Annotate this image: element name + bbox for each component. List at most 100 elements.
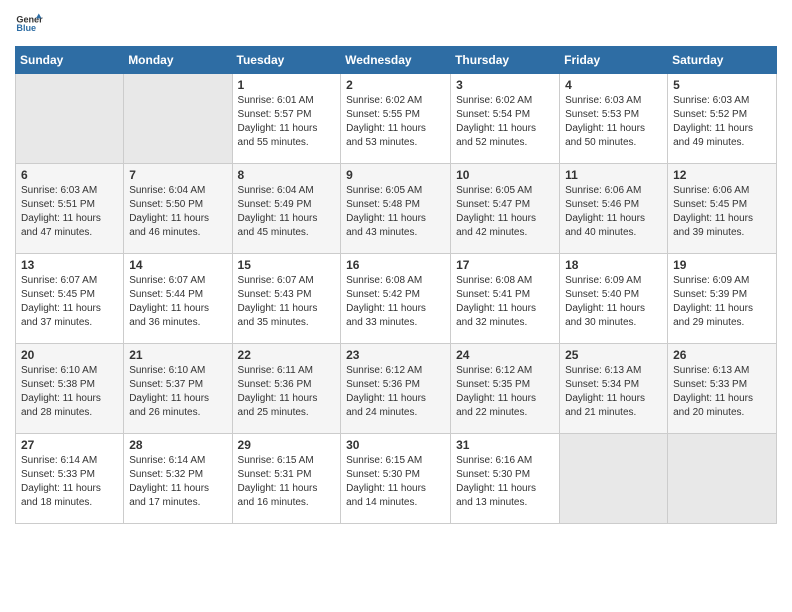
calendar-table: SundayMondayTuesdayWednesdayThursdayFrid… <box>15 46 777 524</box>
day-number: 6 <box>21 168 118 182</box>
day-number: 3 <box>456 78 554 92</box>
day-of-week-header: Friday <box>560 47 668 74</box>
day-info: Sunrise: 6:03 AMSunset: 5:53 PMDaylight:… <box>565 94 662 150</box>
calendar-cell: 27 Sunrise: 6:14 AMSunset: 5:33 PMDayligh… <box>16 434 124 524</box>
calendar-cell: 15 Sunrise: 6:07 AMSunset: 5:43 PMDayligh… <box>232 254 341 344</box>
day-info: Sunrise: 6:02 AMSunset: 5:54 PMDaylight:… <box>456 94 554 150</box>
day-of-week-header: Monday <box>124 47 232 74</box>
day-info: Sunrise: 6:04 AMSunset: 5:50 PMDaylight:… <box>129 184 226 240</box>
day-info: Sunrise: 6:15 AMSunset: 5:30 PMDaylight:… <box>346 454 445 510</box>
day-of-week-header: Wednesday <box>341 47 451 74</box>
day-info: Sunrise: 6:16 AMSunset: 5:30 PMDaylight:… <box>456 454 554 510</box>
day-number: 20 <box>21 348 118 362</box>
day-info: Sunrise: 6:11 AMSunset: 5:36 PMDaylight:… <box>238 364 336 420</box>
calendar-cell: 13 Sunrise: 6:07 AMSunset: 5:45 PMDayligh… <box>16 254 124 344</box>
calendar-header: SundayMondayTuesdayWednesdayThursdayFrid… <box>16 47 777 74</box>
day-info: Sunrise: 6:08 AMSunset: 5:41 PMDaylight:… <box>456 274 554 330</box>
day-number: 31 <box>456 438 554 452</box>
calendar-cell: 23Sunrise: 6:12 AMSunset: 5:36 PMDayligh… <box>341 344 451 434</box>
day-info: Sunrise: 6:07 AMSunset: 5:45 PMDaylight:… <box>21 274 118 330</box>
calendar-week-row: 13 Sunrise: 6:07 AMSunset: 5:45 PMDayligh… <box>16 254 777 344</box>
day-number: 12 <box>673 168 771 182</box>
day-info: Sunrise: 6:03 AMSunset: 5:52 PMDaylight:… <box>673 94 771 150</box>
calendar-cell: 22 Sunrise: 6:11 AMSunset: 5:36 PMDayligh… <box>232 344 341 434</box>
logo: General Blue <box>15 10 47 38</box>
day-info: Sunrise: 6:13 AMSunset: 5:34 PMDaylight:… <box>565 364 662 420</box>
day-info: Sunrise: 6:09 AMSunset: 5:39 PMDaylight:… <box>673 274 771 330</box>
day-info: Sunrise: 6:15 AMSunset: 5:31 PMDaylight:… <box>238 454 336 510</box>
day-number: 5 <box>673 78 771 92</box>
calendar-cell <box>124 74 232 164</box>
day-number: 2 <box>346 78 445 92</box>
day-info: Sunrise: 6:12 AMSunset: 5:35 PMDaylight:… <box>456 364 554 420</box>
calendar-cell: 21Sunrise: 6:10 AMSunset: 5:37 PMDayligh… <box>124 344 232 434</box>
day-info: Sunrise: 6:14 AMSunset: 5:32 PMDaylight:… <box>129 454 226 510</box>
day-number: 7 <box>129 168 226 182</box>
day-info: Sunrise: 6:04 AMSunset: 5:49 PMDaylight:… <box>238 184 336 240</box>
day-number: 14 <box>129 258 226 272</box>
day-number: 23 <box>346 348 445 362</box>
calendar-cell: 17 Sunrise: 6:08 AMSunset: 5:41 PMDayligh… <box>451 254 560 344</box>
page-header: General Blue <box>15 10 777 38</box>
day-info: Sunrise: 6:13 AMSunset: 5:33 PMDaylight:… <box>673 364 771 420</box>
calendar-cell: 12 Sunrise: 6:06 AMSunset: 5:45 PMDayligh… <box>668 164 777 254</box>
day-number: 28 <box>129 438 226 452</box>
calendar-cell: 7 Sunrise: 6:04 AMSunset: 5:50 PMDaylight… <box>124 164 232 254</box>
calendar-cell: 24 Sunrise: 6:12 AMSunset: 5:35 PMDayligh… <box>451 344 560 434</box>
day-number: 11 <box>565 168 662 182</box>
calendar-cell <box>560 434 668 524</box>
day-info: Sunrise: 6:10 AMSunset: 5:37 PMDaylight:… <box>129 364 226 420</box>
day-number: 17 <box>456 258 554 272</box>
day-of-week-header: Thursday <box>451 47 560 74</box>
day-info: Sunrise: 6:05 AMSunset: 5:47 PMDaylight:… <box>456 184 554 240</box>
calendar-cell: 6Sunrise: 6:03 AMSunset: 5:51 PMDaylight… <box>16 164 124 254</box>
day-info: Sunrise: 6:01 AMSunset: 5:57 PMDaylight:… <box>238 94 336 150</box>
calendar-cell: 2 Sunrise: 6:02 AMSunset: 5:55 PMDaylight… <box>341 74 451 164</box>
day-number: 4 <box>565 78 662 92</box>
day-number: 24 <box>456 348 554 362</box>
calendar-cell: 18Sunrise: 6:09 AMSunset: 5:40 PMDayligh… <box>560 254 668 344</box>
calendar-cell: 26Sunrise: 6:13 AMSunset: 5:33 PMDayligh… <box>668 344 777 434</box>
calendar-cell: 10 Sunrise: 6:05 AMSunset: 5:47 PMDayligh… <box>451 164 560 254</box>
calendar-cell: 14 Sunrise: 6:07 AMSunset: 5:44 PMDayligh… <box>124 254 232 344</box>
day-number: 25 <box>565 348 662 362</box>
day-info: Sunrise: 6:06 AMSunset: 5:46 PMDaylight:… <box>565 184 662 240</box>
day-number: 30 <box>346 438 445 452</box>
day-number: 10 <box>456 168 554 182</box>
day-number: 16 <box>346 258 445 272</box>
day-info: Sunrise: 6:14 AMSunset: 5:33 PMDaylight:… <box>21 454 118 510</box>
day-info: Sunrise: 6:05 AMSunset: 5:48 PMDaylight:… <box>346 184 445 240</box>
day-of-week-header: Sunday <box>16 47 124 74</box>
calendar-cell <box>16 74 124 164</box>
day-info: Sunrise: 6:07 AMSunset: 5:43 PMDaylight:… <box>238 274 336 330</box>
calendar-week-row: 1 Sunrise: 6:01 AMSunset: 5:57 PMDaylight… <box>16 74 777 164</box>
calendar-cell: 28 Sunrise: 6:14 AMSunset: 5:32 PMDayligh… <box>124 434 232 524</box>
day-info: Sunrise: 6:08 AMSunset: 5:42 PMDaylight:… <box>346 274 445 330</box>
calendar-cell: 30 Sunrise: 6:15 AMSunset: 5:30 PMDayligh… <box>341 434 451 524</box>
calendar-cell <box>668 434 777 524</box>
calendar-cell: 19Sunrise: 6:09 AMSunset: 5:39 PMDayligh… <box>668 254 777 344</box>
day-info: Sunrise: 6:02 AMSunset: 5:55 PMDaylight:… <box>346 94 445 150</box>
day-info: Sunrise: 6:10 AMSunset: 5:38 PMDaylight:… <box>21 364 118 420</box>
calendar-cell: 25 Sunrise: 6:13 AMSunset: 5:34 PMDayligh… <box>560 344 668 434</box>
calendar-cell: 1 Sunrise: 6:01 AMSunset: 5:57 PMDaylight… <box>232 74 341 164</box>
calendar-cell: 4 Sunrise: 6:03 AMSunset: 5:53 PMDaylight… <box>560 74 668 164</box>
day-number: 27 <box>21 438 118 452</box>
calendar-cell: 11 Sunrise: 6:06 AMSunset: 5:46 PMDayligh… <box>560 164 668 254</box>
day-info: Sunrise: 6:09 AMSunset: 5:40 PMDaylight:… <box>565 274 662 330</box>
logo-icon: General Blue <box>15 10 43 38</box>
calendar-cell: 16 Sunrise: 6:08 AMSunset: 5:42 PMDayligh… <box>341 254 451 344</box>
day-number: 22 <box>238 348 336 362</box>
day-number: 1 <box>238 78 336 92</box>
calendar-cell: 8Sunrise: 6:04 AMSunset: 5:49 PMDaylight… <box>232 164 341 254</box>
calendar-cell: 29 Sunrise: 6:15 AMSunset: 5:31 PMDayligh… <box>232 434 341 524</box>
calendar-week-row: 6Sunrise: 6:03 AMSunset: 5:51 PMDaylight… <box>16 164 777 254</box>
calendar-cell: 20 Sunrise: 6:10 AMSunset: 5:38 PMDayligh… <box>16 344 124 434</box>
calendar-cell: 9 Sunrise: 6:05 AMSunset: 5:48 PMDaylight… <box>341 164 451 254</box>
day-number: 9 <box>346 168 445 182</box>
day-number: 15 <box>238 258 336 272</box>
day-info: Sunrise: 6:06 AMSunset: 5:45 PMDaylight:… <box>673 184 771 240</box>
day-info: Sunrise: 6:07 AMSunset: 5:44 PMDaylight:… <box>129 274 226 330</box>
day-number: 13 <box>21 258 118 272</box>
day-number: 29 <box>238 438 336 452</box>
